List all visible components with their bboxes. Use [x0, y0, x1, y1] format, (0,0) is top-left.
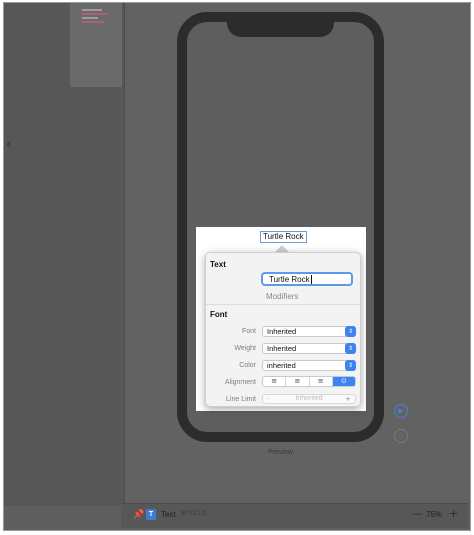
code-minimap[interactable] [70, 3, 122, 88]
text-value-field[interactable]: Turtle Rock [261, 272, 353, 286]
text-section-title: Text [210, 260, 226, 269]
popover-caret [275, 245, 289, 252]
attributes-inspector-popover: Text Turtle Rock Modifiers Font Font Inh… [205, 252, 361, 407]
align-left-icon[interactable]: ≡ [263, 377, 287, 386]
font-popup[interactable]: Inherited ⇕ [262, 326, 356, 337]
font-value: Inherited [267, 327, 297, 336]
pin-icon[interactable]: 📌 [133, 510, 144, 520]
color-popup[interactable]: inherited ⇕ [262, 360, 356, 371]
live-preview-icon[interactable]: ▶ [394, 404, 408, 418]
zoom-level[interactable]: 75% [426, 510, 442, 519]
weight-value: Inherited [267, 344, 297, 353]
color-label: Color [239, 362, 256, 369]
line-limit-stepper[interactable]: - Inherited + [262, 394, 356, 404]
zoom-in-button[interactable]: + [449, 507, 458, 520]
device-notch [227, 21, 334, 37]
increment-icon[interactable]: + [345, 395, 351, 403]
font-section-title: Font [210, 310, 228, 319]
selected-element-name: Text [161, 510, 176, 519]
selected-text-element[interactable]: Turtle Rock [260, 231, 307, 243]
text-type-icon: T [146, 509, 156, 520]
chevron-left-icon[interactable]: ‹ [6, 137, 11, 152]
modifiers-label: Modifiers [266, 292, 299, 301]
text-cursor [310, 275, 312, 285]
up-down-chevron-icon: ⇕ [345, 343, 356, 354]
up-down-chevron-icon: ⇕ [345, 326, 356, 337]
separator [206, 304, 360, 305]
line-limit-label: Line Limit [226, 396, 256, 403]
line-limit-value: Inherited [295, 395, 323, 402]
preview-label: Preview [268, 449, 293, 456]
align-center-icon[interactable]: ≡ [286, 377, 310, 386]
alignment-segmented-control: ≡ ≡ ≡ ⊙ [262, 376, 356, 387]
zoom-out-button[interactable]: — [412, 507, 423, 520]
font-label: Font [241, 328, 256, 335]
device-icon[interactable]: ▯ [394, 429, 408, 443]
weight-popup[interactable]: Inherited ⇕ [262, 343, 356, 354]
selected-element-size: 87×21.5 [181, 510, 207, 517]
text-value: Turtle Rock [269, 275, 310, 284]
up-down-chevron-icon: ⇕ [345, 360, 356, 371]
editor-panel: ‹ [4, 3, 124, 506]
color-value: inherited [267, 361, 296, 370]
weight-label: Weight [234, 345, 256, 352]
align-right-icon[interactable]: ≡ [310, 377, 333, 386]
alignment-label: Alignment [224, 379, 256, 386]
align-inherited-icon[interactable]: ⊙ [332, 377, 355, 386]
canvas-bottom-bar: 📌 T Text 87×21.5 — 75% + [121, 503, 468, 528]
